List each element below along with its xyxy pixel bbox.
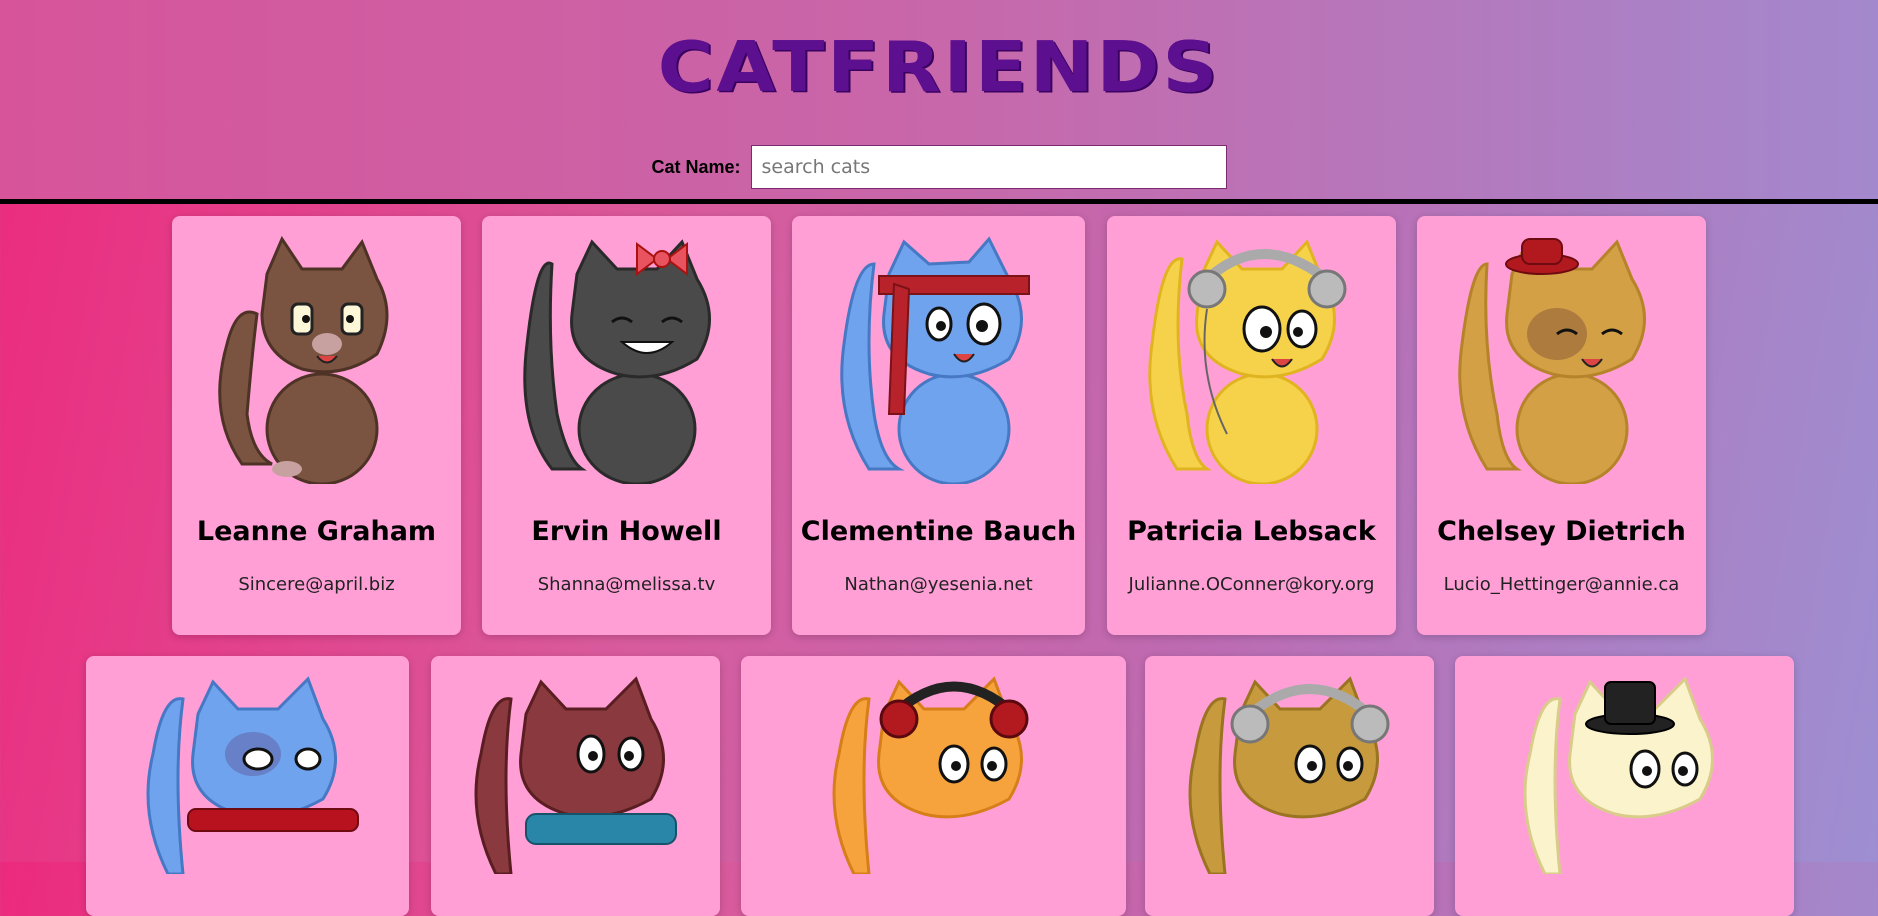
cat-card[interactable]: Patricia Lebsack Julianne.OConner@kory.o… bbox=[1107, 216, 1396, 635]
brown-cat-icon bbox=[217, 235, 388, 484]
cat-email: Nathan@yesenia.net bbox=[844, 574, 1033, 595]
tan-cat-headphones-icon bbox=[1188, 676, 1389, 874]
search-bar: Cat Name: bbox=[0, 143, 1878, 191]
search-label: Cat Name: bbox=[651, 156, 741, 177]
cat-card[interactable]: Ervin Howell Shanna@melissa.tv bbox=[482, 216, 771, 635]
search-input[interactable] bbox=[750, 145, 1227, 189]
header-divider bbox=[0, 199, 1878, 204]
tan-cat-hat-icon bbox=[1457, 238, 1646, 484]
maroon-cat-scarf-icon bbox=[474, 676, 677, 874]
cat-name: Chelsey Dietrich bbox=[1437, 516, 1686, 547]
cat-email: Shanna@melissa.tv bbox=[537, 574, 716, 595]
app-title: CATFRIENDS bbox=[657, 25, 1221, 108]
cat-name: Leanne Graham bbox=[196, 516, 437, 547]
cat-card[interactable] bbox=[431, 656, 720, 916]
cat-name: Clementine Bauch bbox=[800, 516, 1077, 547]
black-cat-bow-icon bbox=[522, 239, 711, 484]
cat-card[interactable]: Chelsey Dietrich Lucio_Hettinger@annie.c… bbox=[1417, 216, 1706, 635]
cat-email: Sincere@april.biz bbox=[238, 574, 395, 595]
cat-card[interactable] bbox=[741, 656, 1126, 916]
cat-name: Patricia Lebsack bbox=[1127, 516, 1376, 547]
cat-card[interactable]: Clementine Bauch Nathan@yesenia.net bbox=[792, 216, 1085, 635]
blue-cat-headband-icon bbox=[839, 236, 1030, 484]
header: CATFRIENDS Cat Name: bbox=[0, 0, 1878, 200]
cat-name: Ervin Howell bbox=[531, 516, 722, 547]
blue-cat-scarf-icon bbox=[146, 676, 359, 874]
cat-email: Lucio_Hettinger@annie.ca bbox=[1443, 574, 1680, 595]
orange-cat-headphones-icon bbox=[832, 676, 1028, 874]
cat-card[interactable]: Leanne Graham Sincere@april.biz bbox=[172, 216, 461, 635]
cat-email: Julianne.OConner@kory.org bbox=[1128, 574, 1375, 595]
cat-card[interactable] bbox=[86, 656, 409, 916]
cat-card[interactable] bbox=[1145, 656, 1434, 916]
cat-card[interactable] bbox=[1455, 656, 1794, 916]
yellow-cat-headphones-icon bbox=[1147, 239, 1346, 484]
cream-cat-tophat-icon bbox=[1523, 676, 1714, 874]
